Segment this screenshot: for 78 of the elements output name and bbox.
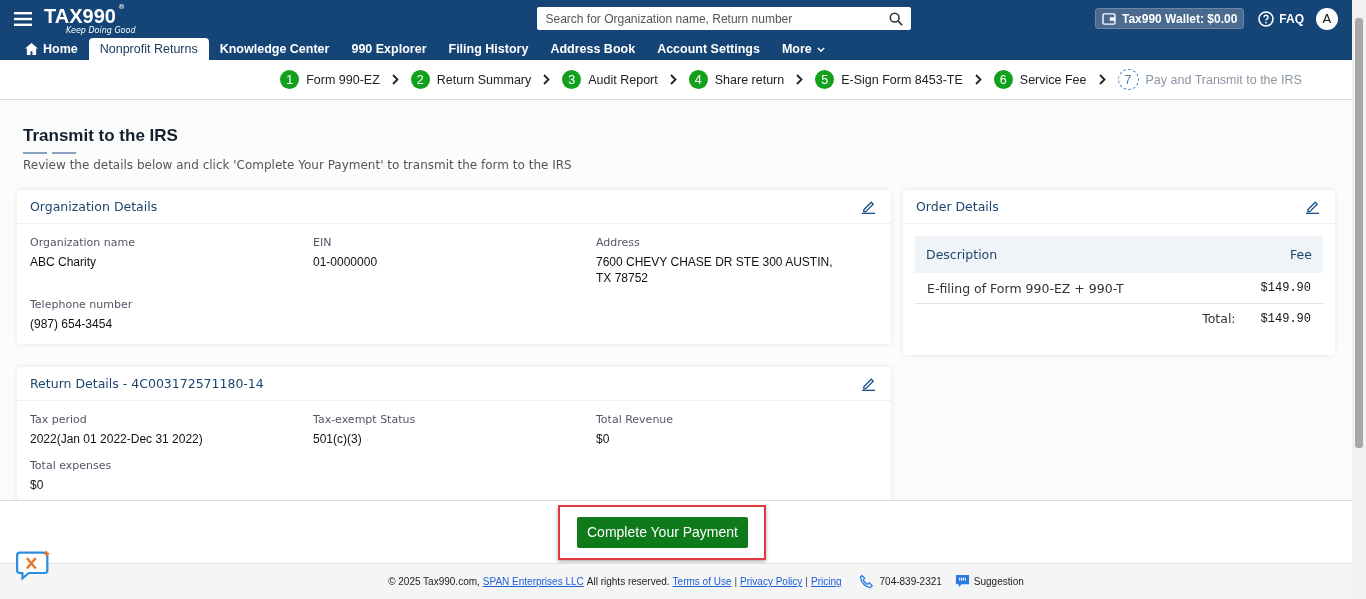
chevron-icon bbox=[796, 74, 804, 85]
nav-tab[interactable]: Account Settings bbox=[646, 38, 771, 60]
field-label: Tax period bbox=[30, 413, 88, 426]
page-subtitle: Review the details below and click 'Complete Your Payment' to transmit the form to the IRS bbox=[23, 158, 573, 172]
field-label: Telephone number bbox=[30, 298, 134, 311]
field-label: EIN bbox=[313, 236, 333, 249]
step-item[interactable]: 6 Service Fee bbox=[993, 70, 1087, 89]
menu-icon[interactable] bbox=[14, 11, 32, 26]
avatar[interactable]: A bbox=[1316, 7, 1338, 30]
field-label: Address bbox=[596, 236, 641, 249]
nav-tab[interactable]: Knowledge Center bbox=[208, 38, 341, 60]
field-label: Total Revenue bbox=[596, 413, 675, 426]
column-header: Description bbox=[926, 247, 998, 262]
edit-icon[interactable] bbox=[861, 199, 876, 214]
field-value: (987) 654-3454 bbox=[30, 316, 114, 332]
field-value: ABC Charity bbox=[30, 254, 98, 270]
nav-tab[interactable]: More bbox=[770, 38, 836, 60]
wallet-icon bbox=[1101, 12, 1116, 25]
chat-icon[interactable] bbox=[16, 549, 52, 581]
total-value: $149.90 bbox=[1260, 311, 1311, 326]
chevron-icon bbox=[1098, 74, 1106, 85]
table-cell: $149.90 bbox=[1260, 281, 1311, 295]
field-value: 7600 CHEVY CHASE DR STE 300 AUSTIN, TX 78752 bbox=[596, 254, 834, 286]
caret-icon bbox=[816, 46, 825, 52]
rights-text: All rights reserved. bbox=[586, 576, 670, 587]
logo[interactable]: TAX990 bbox=[44, 4, 116, 27]
nav-tab[interactable]: Address Book bbox=[539, 38, 647, 60]
field-value: 2022(Jan 01 2022-Dec 31 2022) bbox=[30, 431, 204, 447]
help-icon bbox=[1258, 10, 1275, 27]
search-field[interactable]: Search for Organization name, Return number bbox=[537, 7, 912, 30]
faq-button[interactable]: FAQ bbox=[1258, 10, 1304, 27]
card-title: Return Details - 4C003172571180-14 bbox=[30, 376, 264, 391]
column-header: Fee bbox=[1290, 247, 1312, 262]
table-cell: E-filing of Form 990-EZ + 990-T bbox=[927, 280, 1124, 296]
phone-icon bbox=[858, 574, 874, 589]
logo-tagline: Keep Doing Good bbox=[66, 25, 136, 35]
chevron-icon bbox=[543, 74, 551, 85]
footer-link[interactable]: Privacy Policy bbox=[740, 576, 803, 587]
nav-tab[interactable]: Home bbox=[14, 38, 89, 60]
nav-tab[interactable]: Nonprofit Returns bbox=[88, 38, 209, 60]
wallet-button[interactable]: Tax990 Wallet: $0.00 bbox=[1094, 8, 1245, 29]
field-value: 501(c)(3) bbox=[313, 431, 363, 447]
copyright-text: © 2025 Tax990.com, bbox=[388, 576, 480, 587]
field-value: $0 bbox=[596, 431, 611, 447]
field-value: 01-0000000 bbox=[313, 254, 379, 270]
separator: | bbox=[805, 576, 808, 587]
scrollbar[interactable] bbox=[1352, 0, 1366, 599]
phone-number: 704-839-2321 bbox=[879, 576, 942, 587]
field-value: $0 bbox=[30, 477, 45, 493]
chevron-icon bbox=[669, 74, 677, 85]
complete-payment-button[interactable]: Complete Your Payment bbox=[577, 516, 748, 548]
speech-bubble-icon bbox=[954, 574, 970, 589]
field-label: Organization name bbox=[30, 236, 136, 249]
nav-tab[interactable]: Filing History bbox=[437, 38, 540, 60]
footer-link[interactable]: Terms of Use bbox=[672, 576, 732, 587]
field-label: Tax-exempt Status bbox=[313, 413, 417, 426]
step-item[interactable]: 7 Pay and Transmit to the IRS bbox=[1117, 69, 1302, 90]
home-icon bbox=[25, 43, 38, 55]
field-label: Total expenses bbox=[30, 459, 113, 472]
step-item[interactable]: 3 Audit Report bbox=[562, 70, 658, 89]
suggestion-link[interactable]: Suggestion bbox=[954, 574, 1024, 589]
edit-icon[interactable] bbox=[1305, 199, 1320, 214]
card-title: Organization Details bbox=[30, 199, 158, 214]
footer-link[interactable]: Pricing bbox=[810, 576, 842, 587]
step-item[interactable]: 5 E-Sign Form 8453-TE bbox=[815, 70, 963, 89]
step-item[interactable]: 4 Share return bbox=[688, 70, 785, 89]
search-icon[interactable] bbox=[889, 11, 904, 26]
card-title: Order Details bbox=[916, 199, 999, 214]
page-title: Transmit to the IRS bbox=[23, 126, 179, 146]
chevron-icon bbox=[391, 74, 399, 85]
chevron-icon bbox=[974, 74, 982, 85]
separator: | bbox=[734, 576, 738, 587]
nav-tab[interactable]: 990 Explorer bbox=[340, 38, 438, 60]
step-item[interactable]: 2 Return Summary bbox=[410, 70, 532, 89]
total-label: Total: bbox=[1202, 311, 1236, 326]
company-link[interactable]: SPAN Enterprises LLC bbox=[482, 576, 584, 587]
edit-icon[interactable] bbox=[861, 376, 876, 391]
step-item[interactable]: 1 Form 990-EZ bbox=[280, 70, 380, 89]
